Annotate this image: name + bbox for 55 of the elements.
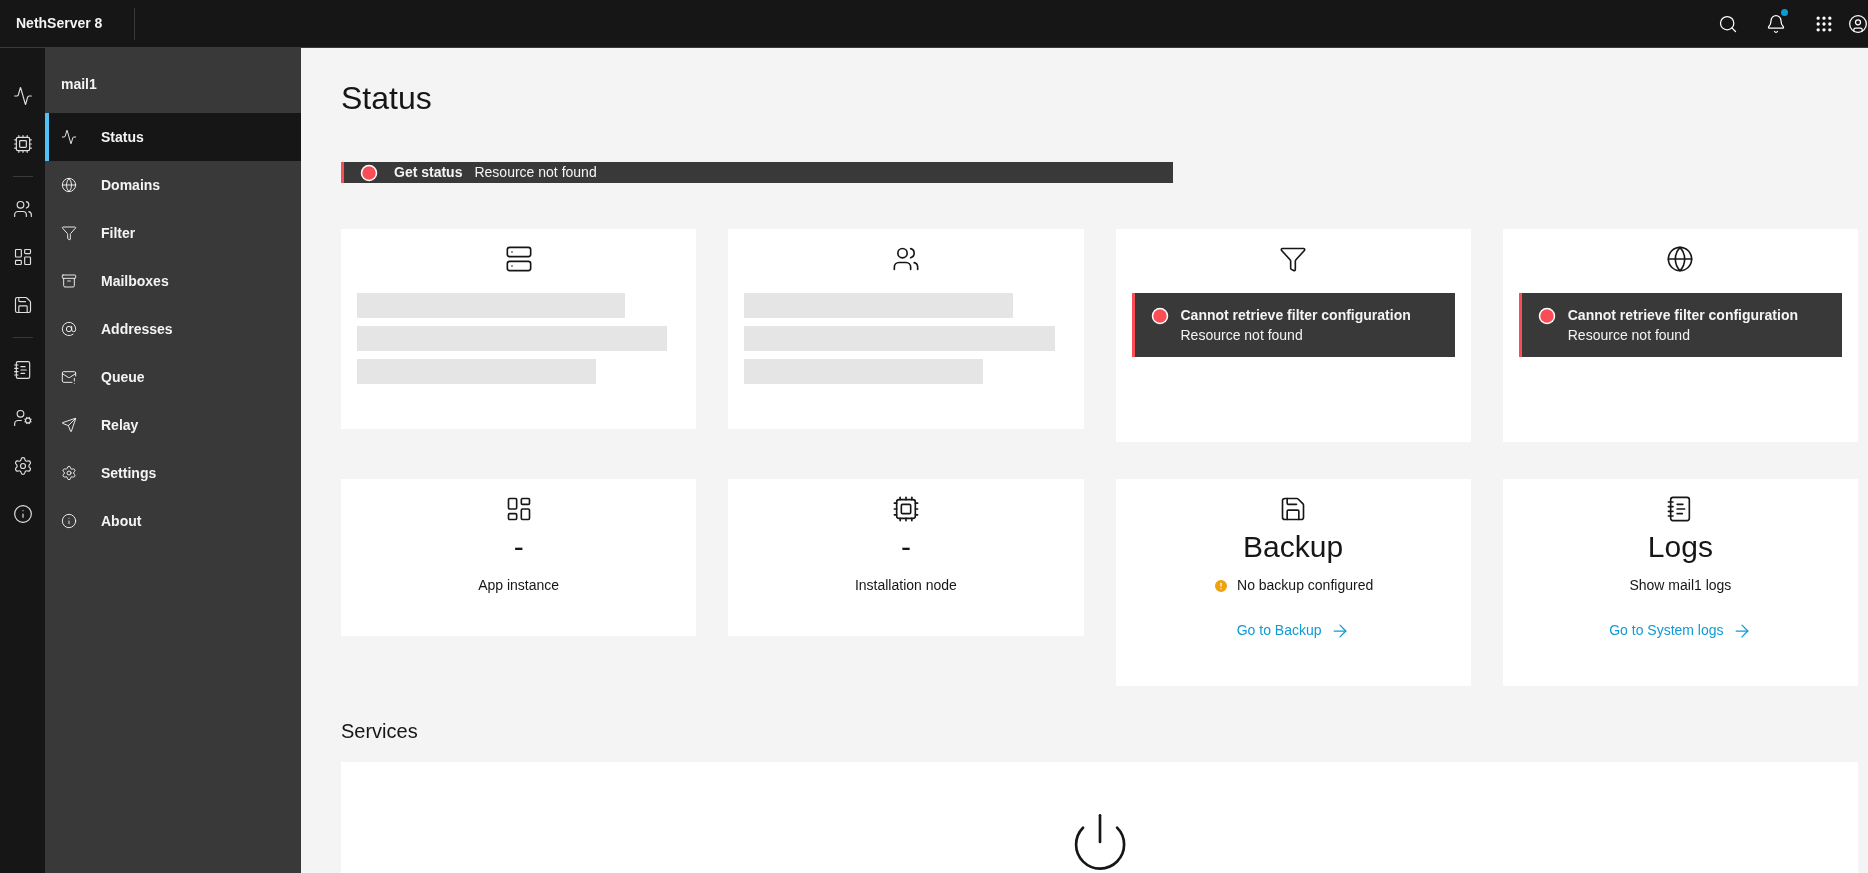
card-title: Logs xyxy=(1647,529,1713,565)
card-note: No backup configured xyxy=(1237,576,1374,595)
users-icon xyxy=(12,199,33,219)
info-icon xyxy=(12,504,33,524)
error-icon xyxy=(1150,307,1169,325)
info-label: App instance xyxy=(478,576,560,595)
sidebar-item[interactable]: Relay xyxy=(45,401,301,449)
chip-icon xyxy=(891,495,920,523)
at-sign-icon xyxy=(61,321,77,337)
sidebar-item[interactable]: Queue xyxy=(45,353,301,401)
send-icon xyxy=(61,417,77,433)
activity-icon xyxy=(12,86,33,106)
user-icon xyxy=(1848,13,1868,34)
sidebar-title: mail1 xyxy=(60,75,98,94)
card-title: Backup xyxy=(1243,529,1344,565)
envelope-icon xyxy=(61,369,77,385)
page-title: Status xyxy=(341,79,433,118)
archive-icon xyxy=(61,273,77,289)
sidebar-item[interactable]: Filter xyxy=(45,209,301,257)
settings-icon xyxy=(61,465,77,481)
globe-icon xyxy=(1666,245,1695,273)
error-title: Get status xyxy=(394,163,463,182)
sidebar-item[interactable]: Domains xyxy=(45,161,301,209)
brand-name[interactable]: NethServer 8 xyxy=(16,13,103,34)
users-icon xyxy=(891,245,920,273)
sidebar-item[interactable]: Addresses xyxy=(45,305,301,353)
notebook-icon xyxy=(12,360,33,380)
error-message: Resource not found xyxy=(1567,326,1691,345)
filter-icon xyxy=(1279,245,1308,273)
search-icon xyxy=(1718,13,1738,34)
chip-icon xyxy=(12,134,33,154)
activity-icon xyxy=(61,129,77,145)
bell-icon xyxy=(1766,13,1786,34)
sidebar-item[interactable]: Status xyxy=(45,113,301,161)
apps-icon xyxy=(12,247,33,267)
globe-icon xyxy=(61,177,77,193)
sidebar-item[interactable]: Mailboxes xyxy=(45,257,301,305)
server-icon xyxy=(504,245,533,273)
info-icon xyxy=(61,513,77,529)
error-title: Cannot retrieve filter configuration xyxy=(1180,306,1411,325)
warning-icon xyxy=(1213,577,1229,594)
sidebar-item[interactable]: Settings xyxy=(45,449,301,497)
section-title: Services xyxy=(341,719,419,744)
error-message: Resource not found xyxy=(1180,326,1304,345)
filter-icon xyxy=(61,225,77,241)
info-value: - xyxy=(513,529,524,565)
error-message: Resource not found xyxy=(474,163,597,182)
user-gear-icon xyxy=(12,408,33,428)
sidebar-item[interactable]: About xyxy=(45,497,301,545)
error-title: Cannot retrieve filter configuration xyxy=(1567,306,1798,325)
info-label: Installation node xyxy=(854,576,957,595)
card-note: Show mail1 logs xyxy=(1629,576,1732,595)
info-value: - xyxy=(900,529,911,565)
error-icon xyxy=(1537,307,1556,325)
settings-icon xyxy=(12,456,33,476)
